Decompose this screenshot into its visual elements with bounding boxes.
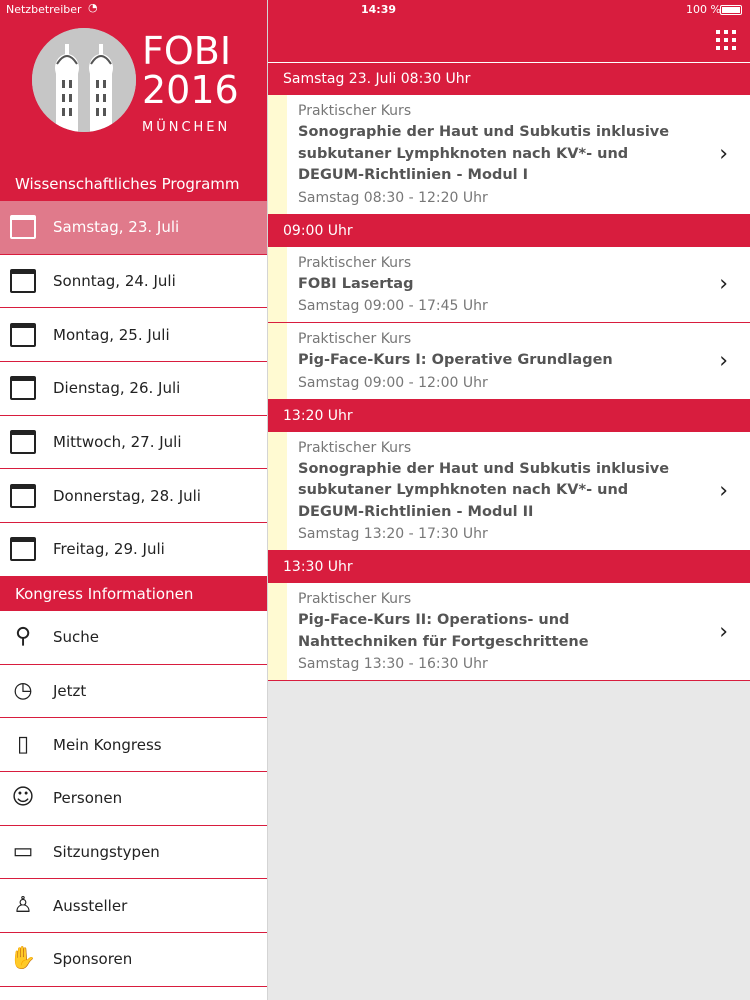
sidebar-day-item[interactable]: Montag, 25. Juli [0,308,267,363]
handshake-icon: ✋ [9,946,37,972]
sidebar-item-label: Suche [53,628,100,647]
sidebar-info-item[interactable]: ✋ Sponsoren [0,933,267,987]
session-title: Pig-Face-Kurs I: Operative Grundlagen [298,352,613,368]
time-header: 13:20 Uhr [268,399,750,432]
sidebar-info-item[interactable]: ⚲ Suche [0,611,267,665]
presenter-icon: ♙ [13,892,33,918]
days-list: Samstag, 23. Juli Sonntag, 24. Juli Montag… [0,201,267,577]
sidebar: FOBI 2016 MÜNCHEN Wissenschaftliches Pro… [0,0,268,1000]
session-row[interactable]: Praktischer Kurs Sonographie der Haut und… [268,431,750,551]
calendar-icon [9,374,37,402]
session-time: Samstag 13:20 - 17:30 Uhr [298,526,488,542]
session-time: Samstag 13:30 - 16:30 Uhr [298,656,488,672]
session-type: Praktischer Kurs [298,331,412,347]
session-type: Praktischer Kurs [298,254,412,271]
sidebar-day-item[interactable]: Sonntag, 24. Juli [0,255,267,309]
sidebar-info-item[interactable]: ▭ Sitzungstypen [0,826,267,880]
session-time: Samstag 09:00 - 17:45 Uhr [298,298,488,314]
main-content: Samstag 23. Juli 08:30 Uhr Praktischer Ku… [268,0,750,1000]
calendar-icon [9,267,37,295]
chevron-right-icon: › [719,348,728,374]
session-stripe [268,431,287,550]
sidebar-day-item[interactable]: Donnerstag, 28. Juli [0,469,267,524]
sidebar-day-item[interactable]: Dienstag, 26. Juli [0,362,267,416]
session-title: Sonographie der Haut und Subkutis inklus… [298,124,670,183]
sidebar-item-label: Samstag, 23. Juli [53,218,180,237]
status-bar: Netzbetreiber ◔ 14:39 100 % [0,0,750,20]
sidebar-info-item[interactable]: ▯ Mein Kongress [0,718,267,772]
sidebar-info-item[interactable]: ☺ Personen [0,772,267,826]
sidebar-day-item[interactable]: Mittwoch, 27. Juli [0,416,267,470]
sidebar-item-label: Montag, 25. Juli [53,325,170,344]
session-stripe [268,323,287,399]
time-header: Samstag 23. Juli 08:30 Uhr [268,63,750,95]
session-title: FOBI Lasertag [298,275,414,292]
chevron-right-icon: › [719,141,728,167]
carrier-label: Netzbetreiber [6,3,82,16]
calendar-icon [9,213,37,241]
session-row[interactable]: Praktischer Kurs Pig-Face-Kurs II: Operat… [268,583,750,681]
chevron-right-icon: › [719,478,728,504]
sidebar-item-label: Sponsoren [53,950,133,969]
session-row[interactable]: Praktischer Kurs Sonographie der Haut und… [268,95,750,215]
calendar-icon [9,535,37,563]
sidebar-item-label: Aussteller [53,896,128,915]
grid-menu-icon[interactable] [716,30,736,50]
time-header: 09:00 Uhr [268,214,750,247]
session-row[interactable]: Praktischer Kurs FOBI Lasertag Samstag 09:… [268,246,750,323]
sidebar-item-label: Mein Kongress [53,735,162,754]
wifi-icon: ◔ [88,1,98,14]
chevron-right-icon: › [719,271,728,297]
chevron-right-icon: › [719,619,728,644]
session-stripe [268,95,287,214]
sidebar-item-label: Donnerstag, 28. Juli [53,486,201,505]
sidebar-info-item[interactable]: ♙ Aussteller [0,879,267,933]
sessions-list: Samstag 23. Juli 08:30 Uhr Praktischer Ku… [268,63,750,681]
session-time: Samstag 09:00 - 12:00 Uhr [298,374,488,391]
session-row[interactable]: Praktischer Kurs Pig-Face-Kurs I: Operati… [268,323,750,400]
session-time: Samstag 08:30 - 12:20 Uhr [298,189,488,206]
clock-label: 14:39 [361,3,397,16]
search-icon: ⚲ [14,624,32,650]
sidebar-item-label: Sitzungstypen [53,842,160,861]
clock-icon: ◷ [13,677,33,703]
logo-area: FOBI 2016 MÜNCHEN [0,0,267,167]
battery-label: 100 % [686,3,721,16]
logo-text: FOBI 2016 MÜNCHEN [142,32,239,135]
people-icon: ☺ [11,785,35,811]
calendar-icon [9,321,37,349]
logo-line2: 2016 [142,68,239,112]
sidebar-item-label: Personen [53,789,123,808]
logo-line1: FOBI [142,29,232,73]
sidebar-item-label: Jetzt [53,681,87,700]
bookmark-book-icon: ▯ [16,731,30,757]
sidebar-info-item[interactable]: ◷ Jetzt [0,665,267,719]
sidebar-item-label: Mittwoch, 27. Juli [53,433,182,452]
session-type: Praktischer Kurs [298,591,412,607]
calendar-icon [9,428,37,456]
session-type: Praktischer Kurs [298,439,412,456]
logo-line3: MÜNCHEN [142,120,231,135]
session-stripe [268,246,287,322]
calendar-icon [9,482,37,510]
sidebar-item-label: Freitag, 29. Juli [53,540,165,559]
sidebar-day-item[interactable]: Samstag, 23. Juli [0,201,267,255]
sidebar-day-item[interactable]: Freitag, 29. Juli [0,523,267,577]
sidebar-item-label: Sonntag, 24. Juli [53,272,176,291]
battery-icon [720,5,742,15]
stack-icon: ▭ [12,838,34,864]
info-list: ⚲ Suche ◷ Jetzt ▯ Mein Kongress ☺ Personen ▭ Sitz… [0,611,267,987]
session-title: Sonographie der Haut und Subkutis inklus… [298,460,670,520]
frauenkirche-logo-icon [32,28,136,132]
section-header-programm: Wissenschaftliches Programm [0,167,267,201]
sidebar-item-label: Dienstag, 26. Juli [53,379,181,398]
app: Netzbetreiber ◔ 14:39 100 % FOBI 2016 MÜ… [0,0,750,1000]
section-header-kongress: Kongress Informationen [0,576,267,611]
time-header: 13:30 Uhr [268,551,750,583]
session-type: Praktischer Kurs [298,103,412,119]
session-title: Pig-Face-Kurs II: Operations- und Nahtte… [298,612,589,650]
session-stripe [268,583,287,680]
